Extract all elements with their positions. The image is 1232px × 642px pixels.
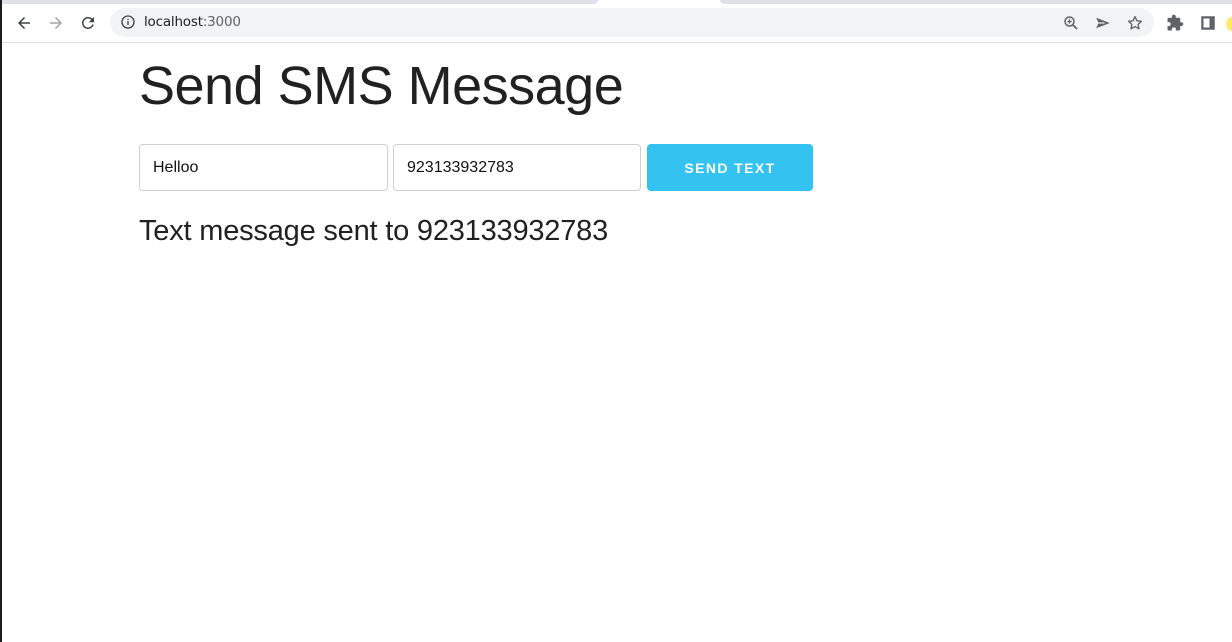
browser-toolbar: localhost:3000 (0, 4, 1232, 42)
address-bar[interactable]: localhost:3000 (110, 8, 1154, 37)
arrow-right-icon (50, 17, 62, 29)
profile-avatar[interactable] (1226, 17, 1232, 31)
send-text-button[interactable]: Send Text (647, 144, 813, 191)
message-input[interactable] (139, 144, 388, 191)
info-icon[interactable] (120, 14, 136, 30)
forward-button[interactable] (44, 11, 68, 35)
url-text[interactable]: localhost:3000 (144, 14, 241, 30)
window-edge (0, 0, 2, 642)
url-port: :3000 (202, 14, 241, 30)
reload-button[interactable] (76, 11, 100, 35)
arrow-left-icon (18, 17, 30, 29)
url-host: localhost (144, 14, 203, 30)
send-icon[interactable] (1094, 14, 1112, 32)
puzzle-icon[interactable] (1166, 14, 1184, 32)
phone-number-input[interactable] (393, 144, 641, 191)
back-button[interactable] (12, 11, 36, 35)
page-content: Send SMS Message Send Text Text message … (2, 43, 1232, 642)
star-icon[interactable] (1126, 14, 1144, 32)
page-title: Send SMS Message (139, 56, 624, 116)
status-message: Text message sent to 923133932783 (139, 215, 609, 247)
zoom-icon[interactable] (1062, 14, 1080, 32)
reload-icon (81, 16, 94, 29)
sidepanel-icon[interactable] (1199, 14, 1217, 32)
